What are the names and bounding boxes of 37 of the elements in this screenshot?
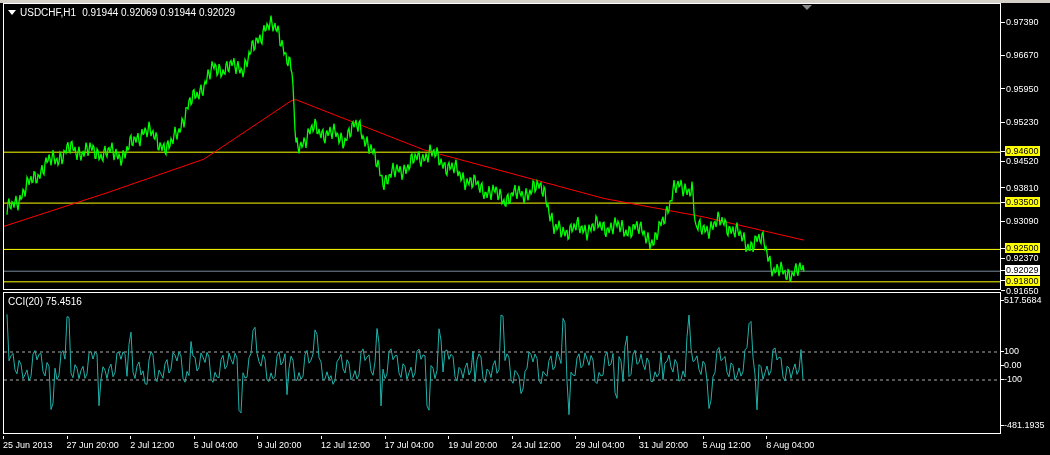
time-axis-label: 19 Jul 20:00 [448,439,498,452]
dropdown-arrow-icon[interactable] [8,10,16,15]
ohlc-values: 0.91944 0.92069 0.91944 0.92029 [82,6,236,19]
indicator-caption: CCI(20) 75.4516 [8,295,82,309]
price-tick-label: 0.93810 [1005,182,1040,193]
cci-tick-label: -100 [1004,374,1022,385]
price-level-label: 0.92500 [1005,243,1040,254]
cci-tick-label: -481.1935 [1004,420,1045,431]
price-tick-label: 0.93090 [1005,216,1040,227]
time-axis-label: 29 Jul 04:00 [575,439,625,452]
symbol-caption: USDCHF,H1 [20,6,77,19]
price-tick-label: 0.92370 [1005,253,1040,264]
time-axis-label: 17 Jul 04:00 [384,439,434,452]
time-axis-label: 9 Jul 20:00 [257,439,302,452]
cci-tick-label: 100 [1004,346,1020,357]
price-tick-label: 0.94520 [1005,156,1040,167]
cci-tick-label: 517.5684 [1004,295,1042,306]
time-axis-label: 5 Jul 04:00 [193,439,238,452]
time-axis-label: 12 Jul 12:00 [321,439,371,452]
price-level-label: 0.94600 [1005,146,1040,157]
price-tick-label: 0.97390 [1005,17,1040,27]
time-axis-label: 31 Jul 20:00 [639,439,689,452]
price-tick-label: 0.95950 [1005,83,1040,94]
cci-tick-label: 0.00 [1004,360,1022,371]
time-axis-label: 25 Jun 2013 [3,439,53,452]
price-level-label: 0.93500 [1005,197,1040,208]
time-axis-label: 27 Jun 20:00 [66,439,119,452]
time-axis-label: 2 Jul 12:00 [130,439,175,452]
price-level-label: 0.92029 [1005,265,1040,276]
price-tick-label: 0.91650 [1005,285,1040,296]
shift-marker-icon [802,5,812,10]
time-axis-label: 8 Aug 04:00 [766,439,815,452]
time-axis-label: 24 Jul 12:00 [511,439,561,452]
price-tick-label: 0.95230 [1005,117,1040,127]
price-level-label: 0.91800 [1005,275,1040,286]
time-axis-label: 5 Aug 12:00 [702,439,751,452]
price-tick-label: 0.96670 [1005,50,1040,61]
